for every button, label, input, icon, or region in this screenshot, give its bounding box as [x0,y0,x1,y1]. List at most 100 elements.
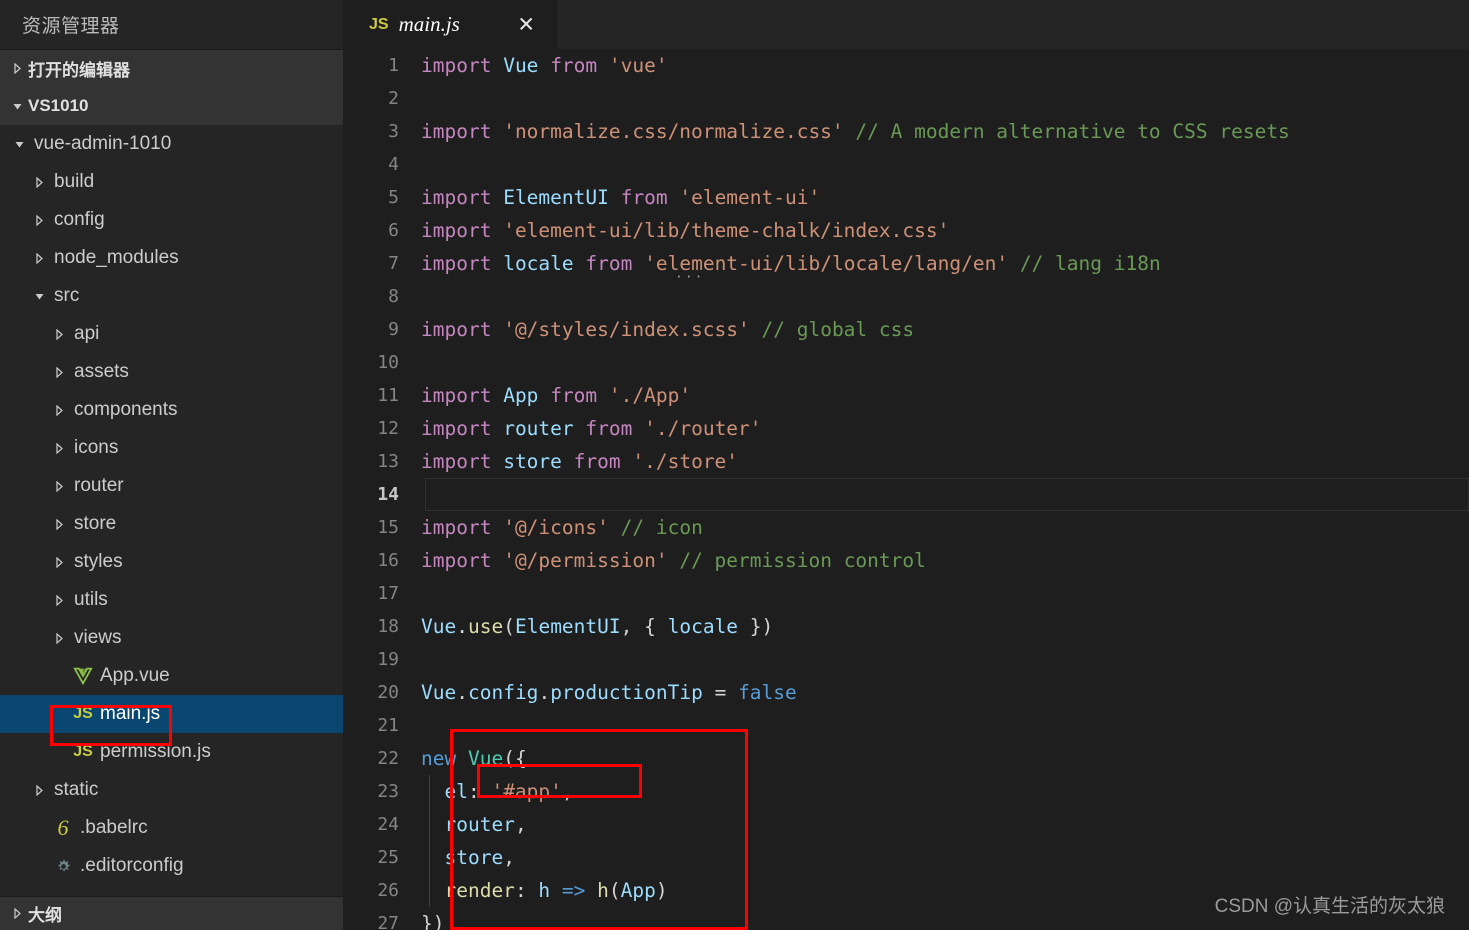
line-number: 13 [377,451,399,472]
tree-item-label: icons [74,437,119,458]
code-line[interactable]: 2 [343,82,1469,115]
line-number: 25 [377,847,399,868]
tree-item-components[interactable]: components [0,391,343,429]
line-number: 19 [377,649,399,670]
line-number: 8 [388,286,399,307]
line-number: 21 [377,715,399,736]
chevron-right-icon [48,480,70,492]
line-content: new Vue({ [421,747,527,770]
tree-item-app-vue[interactable]: App.vue [0,657,343,695]
line-number: 27 [377,913,399,930]
tree-item-node-modules[interactable]: node_modules [0,239,343,277]
code-line[interactable]: 17 [343,577,1469,610]
tree-item-label: build [54,171,95,192]
tree-item-src[interactable]: src [0,277,343,315]
line-content: store, [444,846,515,869]
line-content: Vue.config.productionTip = false [421,681,797,704]
code-line[interactable]: 4 [343,148,1469,181]
code-editor[interactable]: 1 import Vue from 'vue' 2 3 import 'normaliz… [343,49,1469,930]
chevron-right-icon [48,366,70,378]
section-workspace-root[interactable]: VS1010 [0,87,343,125]
tree-item-assets[interactable]: assets [0,353,343,391]
watermark: CSDN @认真生活的灰太狼 [1214,896,1445,917]
code-line[interactable]: 1 import Vue from 'vue' [343,49,1469,82]
tree-item-config[interactable]: config [0,201,343,239]
tree-item-label: App.vue [100,665,170,686]
tree-item-permission-js[interactable]: JS permission.js [0,733,343,771]
line-content: Vue.use(ElementUI, { locale }) [421,615,774,638]
chevron-right-icon [28,252,50,264]
tree-item-build[interactable]: build [0,163,343,201]
chevron-right-icon [6,908,28,919]
tree-item-editorconfig[interactable]: .editorconfig [0,847,343,885]
code-line[interactable]: 6 import 'element-ui/lib/theme-chalk/inde… [343,214,1469,247]
tree-item-store[interactable]: store [0,505,343,543]
tree-item-label: vue-admin-1010 [34,133,172,154]
code-line[interactable]: 14 [343,478,1469,511]
code-line[interactable]: 16 import '@/permission' // permission co… [343,544,1469,577]
tree-item-label: components [74,399,178,420]
chevron-down-icon [8,139,30,150]
indent-guide [429,775,430,808]
section-outline[interactable]: 大纲 [0,896,343,930]
line-number: 3 [388,121,399,142]
tree-item-api[interactable]: api [0,315,343,353]
code-line[interactable]: 13 import store from './store' [343,445,1469,478]
tree-item-icons[interactable]: icons [0,429,343,467]
tree-item-static[interactable]: static [0,771,343,809]
code-line[interactable]: 22 new Vue({ [343,742,1469,775]
tree-item-utils[interactable]: utils [0,581,343,619]
line-number: 1 [388,55,399,76]
line-number: 9 [388,319,399,340]
tab-label: main.js [398,12,460,36]
code-line[interactable]: 15 import '@/icons' // icon [343,511,1469,544]
code-line[interactable]: 19 [343,643,1469,676]
code-line[interactable]: 12 import router from './router' [343,412,1469,445]
tree-item-label: src [54,285,80,306]
tree-item-babelrc[interactable]: 6 .babelrc [0,809,343,847]
line-number: 20 [377,682,399,703]
code-line[interactable]: 24 router, [343,808,1469,841]
line-number: 7 [388,253,399,274]
line-content: el: '#app', [444,780,574,803]
chevron-right-icon [28,214,50,226]
line-number: 26 [377,880,399,901]
tree-item-main-js[interactable]: JS main.js [0,695,343,733]
code-line[interactable]: 3 import 'normalize.css/normalize.css' //… [343,115,1469,148]
explorer-title: 资源管理器 [0,0,343,49]
line-number: 15 [377,517,399,538]
chevron-right-icon [48,328,70,340]
code-line[interactable]: 9 import '@/styles/index.scss' // global … [343,313,1469,346]
line-number: 2 [388,88,399,109]
code-line[interactable]: 5 import ElementUI from 'element-ui' [343,181,1469,214]
tab-main-js[interactable]: JS main.js ✕ [343,0,557,49]
line-content: import 'normalize.css/normalize.css' // … [421,120,1290,143]
code-line[interactable]: 8 [343,280,1469,313]
line-number: 23 [377,781,399,802]
code-line[interactable]: 7 import locale from 'element-ui/lib/loca… [343,247,1469,284]
line-number: 22 [377,748,399,769]
code-line[interactable]: 20 Vue.config.productionTip = false [343,676,1469,709]
code-line[interactable]: 11 import App from './App' [343,379,1469,412]
code-line[interactable]: 25 store, [343,841,1469,874]
line-content: import store from './store' [421,450,739,473]
code-line[interactable]: 21 [343,709,1469,742]
tree-item-vue-admin-1010[interactable]: vue-admin-1010 [0,125,343,163]
code-line[interactable]: 18 Vue.use(ElementUI, { locale }) [343,610,1469,643]
section-open-editors[interactable]: 打开的编辑器 [0,49,343,87]
line-number: 6 [388,220,399,241]
js-icon: JS [73,743,93,760]
code-line[interactable]: 10 [343,346,1469,379]
line-content: import App from './App' [421,384,692,407]
close-icon[interactable]: ✕ [517,14,535,35]
tab-bar: JS main.js ✕ [343,0,1469,49]
tree-item-label: router [74,475,124,496]
code-line[interactable]: 23 el: '#app', [343,775,1469,808]
tree-item-views[interactable]: views [0,619,343,657]
tree-item-router[interactable]: router [0,467,343,505]
tree-item-styles[interactable]: styles [0,543,343,581]
chevron-right-icon [28,784,50,796]
tree-item-label: store [74,513,117,534]
indent-guide [429,841,430,874]
tree-item-label: .babelrc [80,817,148,838]
